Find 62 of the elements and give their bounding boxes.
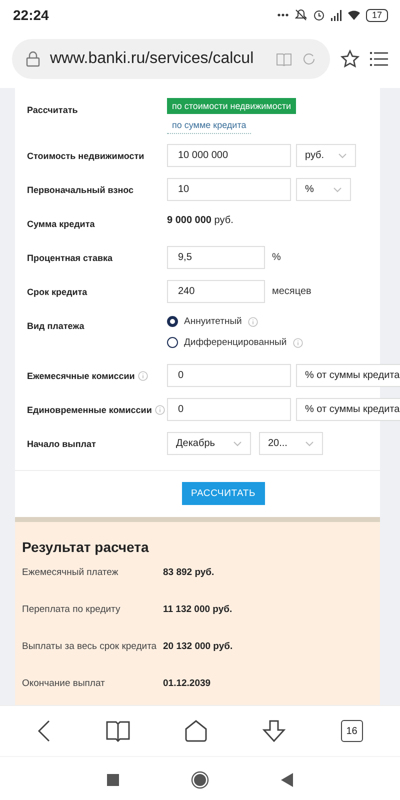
result-value: 11 132 000 руб. [163,604,232,617]
unit-dropdown[interactable]: % от суммы кредита [296,398,400,421]
field-label: Единовременные комиссии [27,405,152,415]
url-text: www.banki.ru/services/calcul [50,50,255,68]
wifi-icon [348,10,360,20]
chevron-icon [305,440,314,446]
book-icon[interactable] [106,720,130,742]
chevron-icon [233,440,242,446]
field-label: Первоначальный взнос [27,185,134,195]
chevron-icon [333,186,342,192]
input-field[interactable]: 0 [167,398,291,421]
unit-dropdown[interactable]: % [296,178,351,201]
download-icon[interactable] [262,719,286,743]
more-icon [276,13,289,17]
battery-level: 17 [366,8,388,22]
unit-dropdown[interactable]: % от суммы кредита [296,364,400,387]
result-title: Результат расчета [22,539,150,555]
back-icon[interactable] [281,772,293,786]
field-label: Начало выплат [27,439,96,449]
field-label: Вид платежа [27,321,84,331]
radio-button[interactable] [167,316,178,327]
input-field[interactable]: 10 000 000 [167,144,291,167]
muted-bell-icon [294,9,307,21]
dropdown[interactable]: Декабрь [167,432,251,455]
home-icon[interactable] [184,719,208,743]
input-field[interactable]: 9,5 [167,246,265,269]
radio-button[interactable] [167,337,178,348]
result-label: Ежемесячный платеж [22,567,120,580]
field-label: Срок кредита [27,287,88,297]
signal-icon [330,10,342,20]
radio-label[interactable]: Дифференцированный [184,337,287,348]
home-icon[interactable] [191,770,209,788]
input-field[interactable]: 240 [167,280,265,303]
loan-amount: 9 000 000 руб. [167,214,234,226]
mode-tab[interactable]: по сумме кредита [167,117,252,134]
radio-label[interactable]: Аннуитетный [184,316,242,327]
result-label: Окончание выплат [22,678,106,691]
dropdown[interactable]: 20... [259,432,324,455]
result-label: Выплаты за весь срок кредита [22,641,158,654]
tabs-button[interactable]: 16 [340,720,363,742]
alarm-icon [312,9,325,21]
field-label: Сумма кредита [27,219,95,229]
field-label: Ежемесячные комиссии [27,371,135,381]
chevron-icon [338,152,348,158]
clock: 22:24 [13,7,49,23]
back-icon[interactable] [37,719,52,743]
result-value: 20 132 000 руб. [163,641,233,654]
result-value: 83 892 руб. [163,567,214,580]
star-icon[interactable] [340,49,360,69]
input-field[interactable]: 10 [167,178,291,201]
field-label: Стоимость недвижимости [27,151,144,161]
menu-icon[interactable] [370,51,388,67]
recents-icon[interactable] [107,774,119,786]
result-label: Переплата по кредиту [22,604,122,617]
lock-icon [26,51,40,67]
unit-label: % [271,252,281,263]
field-label: Процентная ставка [27,253,112,263]
unit-label: месяцев [271,286,312,297]
input-field[interactable]: 0 [167,364,291,387]
result-value: 01.12.2039 [163,678,211,691]
unit-dropdown[interactable]: руб. [296,144,356,167]
field-label: Рассчитать [27,105,78,115]
